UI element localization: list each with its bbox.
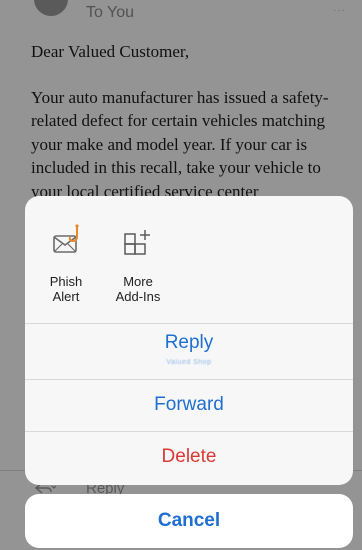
reply-sublabel: Valued Shop xyxy=(166,359,212,366)
addins-row: Phish Alert More Add-Ins xyxy=(25,196,353,324)
action-sheet: Phish Alert More Add-Ins Reply Valued Sh… xyxy=(25,196,353,485)
forward-label: Forward xyxy=(154,394,224,415)
delete-label: Delete xyxy=(161,446,217,467)
add-ins-icon xyxy=(124,230,150,255)
delete-button[interactable]: Delete xyxy=(25,432,353,485)
forward-button[interactable]: Forward xyxy=(25,380,353,430)
reply-label: Reply xyxy=(164,332,214,353)
reply-button[interactable]: Reply Valued Shop xyxy=(25,324,353,378)
phish-alert-icon xyxy=(53,224,79,253)
cancel-label: Cancel xyxy=(157,510,221,531)
more-addins-label: More Add-Ins xyxy=(115,274,161,304)
phish-alert-button[interactable]: Phish Alert xyxy=(31,222,101,304)
phish-alert-label: Phish Alert xyxy=(49,274,83,304)
more-addins-button[interactable]: More Add-Ins xyxy=(103,222,173,304)
cancel-button[interactable]: Cancel xyxy=(25,494,353,548)
